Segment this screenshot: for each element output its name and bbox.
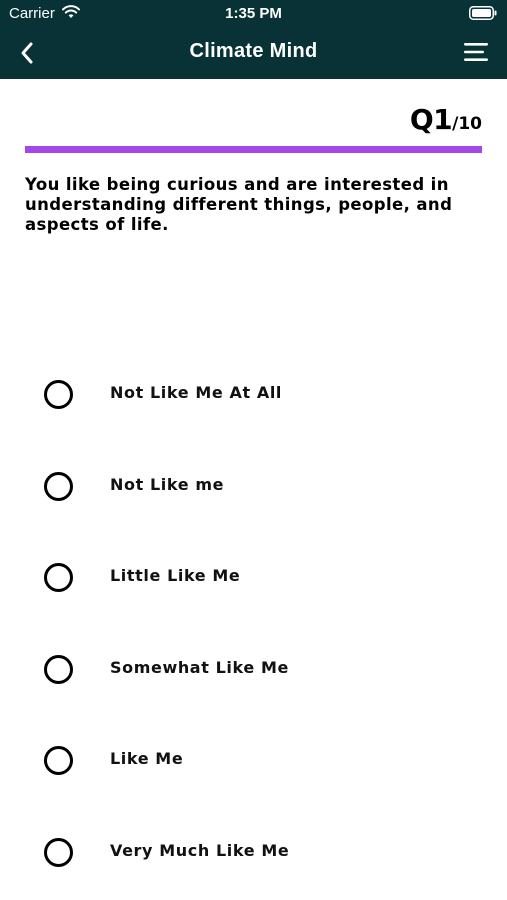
progress-fill bbox=[25, 146, 482, 153]
radio-button[interactable] bbox=[44, 471, 73, 501]
radio-button[interactable] bbox=[44, 746, 73, 776]
menu-button[interactable] bbox=[464, 42, 488, 62]
question-total: /10 bbox=[452, 114, 482, 134]
battery-icon bbox=[469, 6, 497, 20]
question-counter: Q1/10 bbox=[410, 103, 482, 136]
page-title: Climate Mind bbox=[189, 40, 318, 62]
answer-option[interactable]: Little Like Me bbox=[0, 546, 507, 638]
app-header: Carrier 1:35 PM Climate Mind bbox=[0, 0, 507, 79]
answer-option-label: Somewhat Like Me bbox=[110, 657, 289, 677]
progress-bar bbox=[25, 146, 482, 153]
answer-option[interactable]: Somewhat Like Me bbox=[0, 638, 507, 730]
hamburger-menu-icon bbox=[464, 43, 488, 61]
answer-options: Not Like Me At All Not Like me Little Like… bbox=[0, 363, 507, 900]
answer-option[interactable]: Very Much Like Me bbox=[0, 821, 507, 900]
answer-option-label: Not Like Me At All bbox=[110, 383, 283, 402]
radio-button[interactable] bbox=[44, 837, 73, 867]
answer-option-label: Not Like me bbox=[110, 474, 225, 494]
answer-option[interactable]: Like Me bbox=[0, 729, 507, 821]
answer-option-label: Like Me bbox=[110, 749, 184, 769]
radio-button[interactable] bbox=[44, 654, 73, 684]
answer-option-label: Very Much Like Me bbox=[110, 840, 290, 860]
radio-button[interactable] bbox=[44, 380, 73, 409]
answer-option-label: Little Like Me bbox=[110, 566, 241, 586]
answer-option[interactable]: Not Like Me At All bbox=[0, 363, 507, 455]
question-text: You like being curious and are intereste… bbox=[25, 175, 453, 234]
status-time: 1:35 PM bbox=[225, 5, 282, 22]
question-number: Q1 bbox=[409, 103, 453, 136]
status-bar: Carrier 1:35 PM bbox=[0, 0, 507, 28]
radio-button[interactable] bbox=[44, 563, 73, 593]
answer-option[interactable]: Not Like me bbox=[0, 455, 507, 547]
